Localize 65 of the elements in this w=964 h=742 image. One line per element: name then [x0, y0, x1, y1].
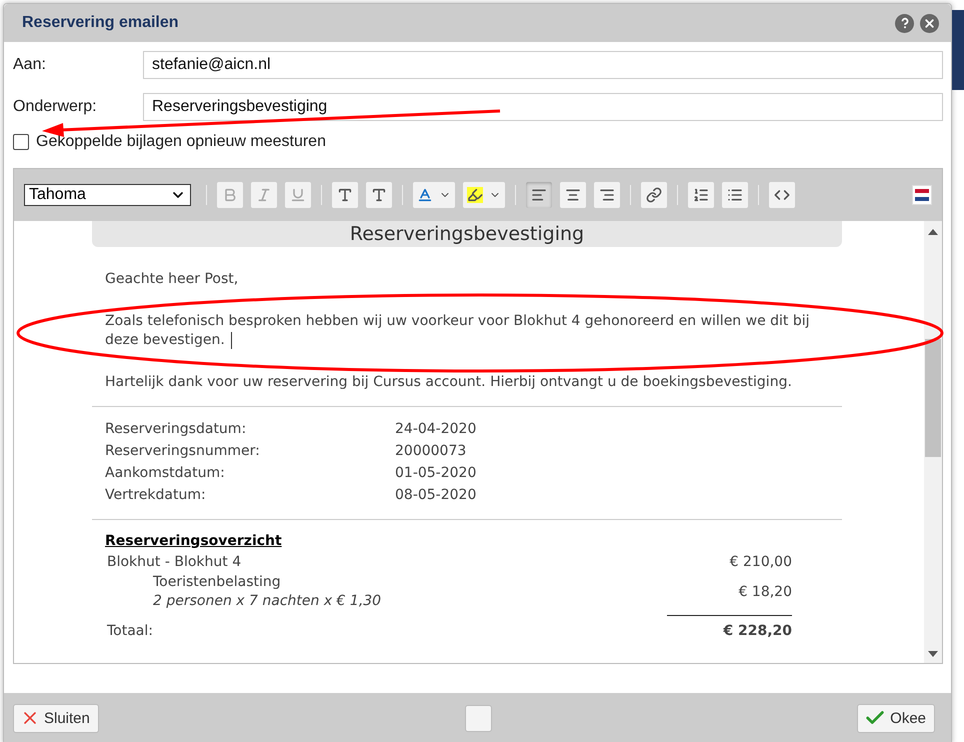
bullet-list-icon — [727, 187, 743, 203]
font-size-up-button[interactable] — [331, 181, 359, 209]
total-amount: € 228,20 — [723, 622, 792, 641]
code-button[interactable] — [768, 181, 796, 209]
flag-icon[interactable] — [912, 185, 932, 205]
highlight-button[interactable] — [462, 181, 506, 209]
line-amount: € 210,00 — [730, 553, 792, 572]
bullet-list-button[interactable] — [721, 181, 749, 209]
code-icon — [774, 187, 790, 203]
checkbox[interactable] — [13, 134, 29, 150]
bold-icon — [222, 187, 238, 203]
link-icon — [646, 187, 662, 203]
font-size-down-button[interactable] — [365, 181, 393, 209]
highlight-icon — [467, 187, 483, 203]
field-label: Onderwerp: — [13, 98, 98, 116]
line-note: 2 personen x 7 nachten x € 1,30 — [153, 592, 382, 611]
field-label: Aan: — [13, 56, 47, 74]
detail-value: 01-05-2020 — [395, 464, 476, 483]
link-button[interactable] — [640, 181, 668, 209]
checkbox-label: Gekoppelde bijlagen opnieuw meesturen — [36, 133, 326, 151]
dialog-title: Reservering emailen — [22, 14, 180, 32]
message-paragraph: Zoals telefonisch besproken hebben wij uw voorkeur voor Blokhut 4 gehonoreerd en willen we dit bij deze bevestigen. — [105, 312, 811, 350]
input-field[interactable]: Reserveringsbevestiging — [143, 93, 944, 121]
font-dropdown[interactable]: Tahoma — [24, 184, 191, 206]
scrollbar-thumb[interactable] — [925, 339, 942, 457]
align-left-icon — [531, 187, 547, 203]
scroll-down-icon — [928, 651, 938, 657]
align-left-button[interactable] — [525, 181, 553, 209]
close-button[interactable]: Sluiten — [13, 704, 99, 732]
help-icon — [898, 17, 911, 29]
detail-label: Reserveringsdatum: — [105, 420, 248, 439]
align-center-button[interactable] — [559, 181, 587, 209]
font-size-down-icon — [371, 187, 387, 203]
detail-value: 20000073 — [395, 442, 466, 461]
detail-value: 24-04-2020 — [395, 420, 476, 439]
align-center-icon — [565, 187, 581, 203]
detail-label: Reserveringsnummer: — [105, 442, 261, 461]
text-color-icon — [417, 187, 433, 203]
close-button[interactable] — [920, 14, 940, 32]
italic-icon — [256, 187, 272, 203]
detail-label: Vertrekdatum: — [105, 486, 207, 505]
input-field[interactable]: stefanie@aicn.nl — [143, 51, 944, 79]
detail-label: Aankomstdatum: — [105, 464, 226, 483]
line-label: Blokhut - Blokhut 4 — [107, 553, 242, 572]
underline-icon — [290, 187, 306, 203]
numbered-list-icon — [693, 187, 709, 203]
scrollbar[interactable] — [924, 221, 942, 663]
help-button[interactable] — [895, 14, 914, 32]
detail-value: 08-05-2020 — [395, 486, 476, 505]
overview-title: Reserveringsoverzicht — [105, 532, 283, 551]
scroll-up-icon — [928, 229, 938, 235]
numbered-list-button[interactable] — [687, 181, 715, 209]
text-color-button[interactable] — [412, 181, 456, 209]
font-size-up-icon — [337, 187, 353, 203]
message-paragraph: Hartelijk dank voor uw reservering bij Cursus account. Hierbij ontvangt u de boekingsbevestiging. — [105, 373, 793, 392]
message-paragraph: Geachte heer Post, — [105, 270, 240, 289]
text-cursor — [230, 332, 232, 349]
line-label: Toeristenbelasting — [153, 573, 282, 592]
line-amount: € 18,20 — [738, 583, 792, 602]
close-icon — [923, 16, 936, 30]
align-right-button[interactable] — [593, 181, 621, 209]
align-right-icon — [599, 187, 615, 203]
message-heading: Reserveringsbevestiging — [350, 222, 584, 246]
ok-button[interactable]: Okee — [857, 704, 936, 732]
total-label: Totaal: — [107, 622, 153, 641]
